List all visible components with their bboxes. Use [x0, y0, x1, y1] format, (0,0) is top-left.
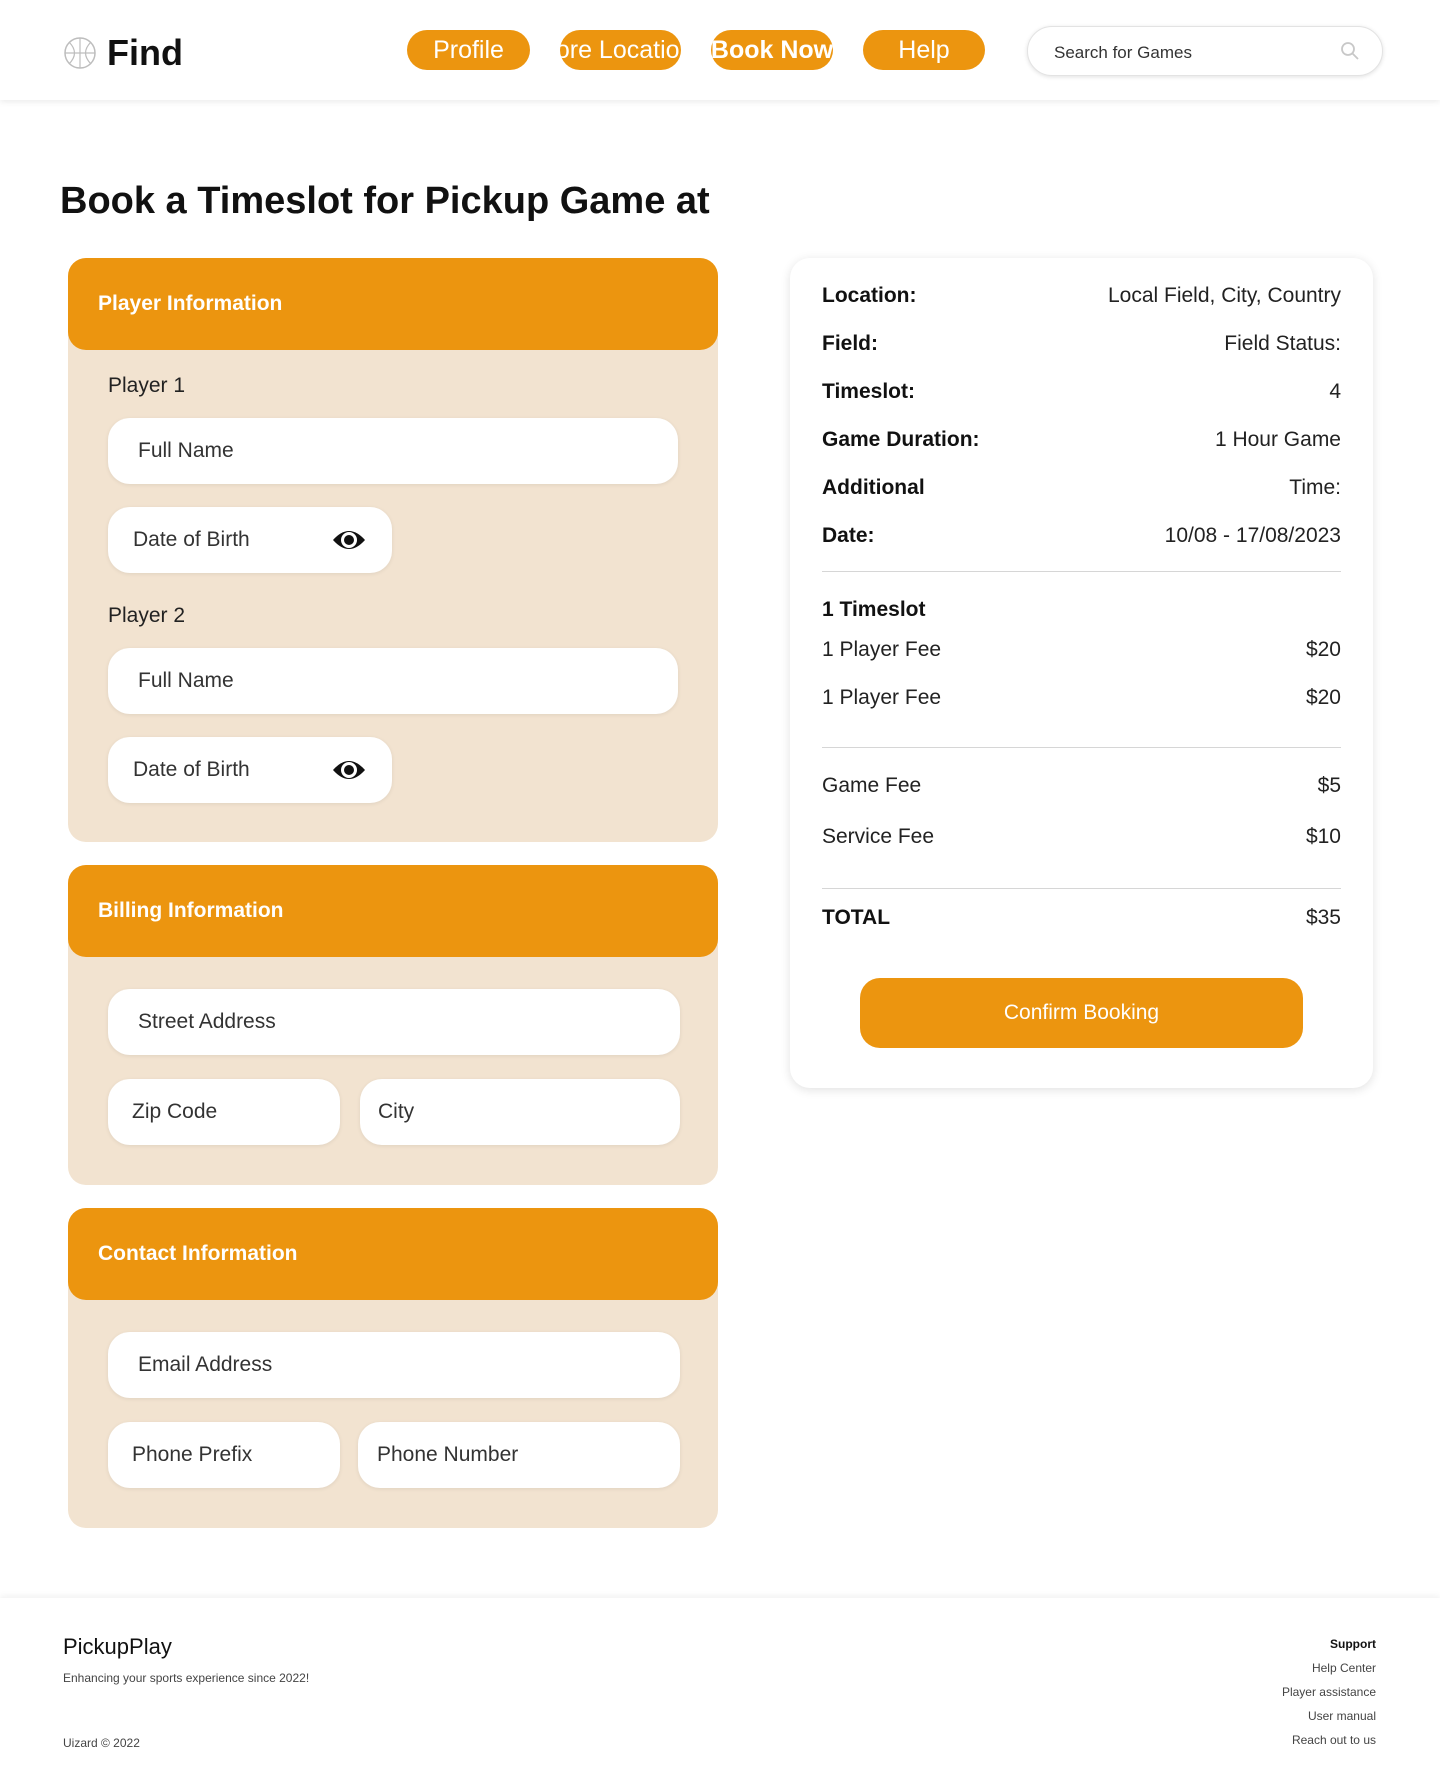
- field-placeholder: Full Name: [138, 439, 234, 462]
- player-information-panel: Player Information Player 1 Full Name Da…: [68, 258, 718, 842]
- field-value: Field Status:: [1224, 332, 1341, 355]
- field-placeholder: Zip Code: [132, 1100, 218, 1123]
- search-placeholder: Search for Games: [1054, 43, 1192, 62]
- field-placeholder: Street Address: [138, 1010, 276, 1033]
- basketball-icon: [64, 37, 96, 69]
- phone-prefix-field[interactable]: Phone Prefix: [108, 1422, 340, 1488]
- player-fee-value: $20: [1305, 638, 1341, 661]
- phone-number-field[interactable]: Phone Number: [358, 1422, 680, 1488]
- page-title: Book a Timeslot for Pickup Game at: [60, 180, 710, 222]
- eye-icon[interactable]: [332, 524, 366, 556]
- nav-more-locations-button[interactable]: More Locations: [560, 30, 681, 70]
- booking-summary-card: Location: Local Field, City, Country Fie…: [790, 258, 1373, 1088]
- player-1-label: Player 1: [108, 374, 186, 397]
- date-label: Date:: [822, 524, 875, 547]
- player-2-full-name-field[interactable]: Full Name: [108, 648, 678, 714]
- summary-timeslot-count-row: 1 Timeslot: [822, 598, 1341, 622]
- nav-help-button[interactable]: Help: [863, 30, 985, 70]
- summary-duration-row: Game Duration: 1 Hour Game: [822, 428, 1341, 452]
- footer-link-reach-out[interactable]: Reach out to us: [1282, 1728, 1376, 1752]
- location-label: Location:: [822, 284, 917, 307]
- game-fee-value: $5: [1317, 774, 1341, 797]
- service-fee-label: Service Fee: [822, 825, 935, 848]
- field-label: Field:: [822, 332, 878, 355]
- nav-book-now-button[interactable]: Book Now: [711, 30, 833, 70]
- contact-information-panel: Contact Information Email Address Phone …: [68, 1208, 718, 1528]
- panel-header: Billing Information: [68, 865, 718, 957]
- eye-icon[interactable]: [332, 754, 366, 786]
- panel-header: Player Information: [68, 258, 718, 350]
- field-placeholder: Full Name: [138, 669, 234, 692]
- summary-date-row: Date: 10/08 - 17/08/2023: [822, 524, 1341, 548]
- date-value: 10/08 - 17/08/2023: [1164, 524, 1341, 547]
- zip-code-field[interactable]: Zip Code: [108, 1079, 340, 1145]
- footer: PickupPlay Enhancing your sports experie…: [0, 1598, 1440, 1776]
- confirm-booking-button[interactable]: Confirm Booking: [860, 978, 1303, 1048]
- duration-value: 1 Hour Game: [1214, 428, 1341, 451]
- summary-timeslot-row: Timeslot: 4: [822, 380, 1341, 404]
- nav-book-now-label: Book Now: [711, 35, 833, 64]
- footer-link-player-assistance[interactable]: Player assistance: [1282, 1680, 1376, 1704]
- search-input[interactable]: Search for Games: [1027, 26, 1383, 76]
- player-1-full-name-field[interactable]: Full Name: [108, 418, 678, 484]
- player-fee-label: 1 Player Fee: [822, 638, 942, 661]
- footer-link-user-manual[interactable]: User manual: [1282, 1704, 1376, 1728]
- divider: [822, 571, 1341, 572]
- game-fee-label: Game Fee: [822, 774, 922, 797]
- divider: [822, 888, 1341, 889]
- total-row: TOTAL $35: [822, 906, 1341, 930]
- panel-heading: Billing Information: [98, 899, 284, 922]
- timeslot-label: Timeslot:: [822, 380, 915, 403]
- field-placeholder: Email Address: [138, 1353, 273, 1376]
- player-2-dob-field[interactable]: Date of Birth: [108, 737, 392, 803]
- footer-copyright: Uizard © 2022: [63, 1736, 140, 1750]
- total-label: TOTAL: [822, 906, 891, 929]
- brand-name: Find: [107, 32, 183, 73]
- footer-brand: PickupPlay: [63, 1634, 172, 1659]
- footer-tagline: Enhancing your sports experience since 2…: [63, 1671, 310, 1685]
- top-navbar: Find Profile More Locations Book Now Hel…: [0, 0, 1440, 100]
- city-field[interactable]: City: [360, 1079, 680, 1145]
- timeslot-count: 1 Timeslot: [822, 598, 926, 621]
- brand-logo[interactable]: Find: [63, 32, 183, 74]
- nav-profile-button[interactable]: Profile: [407, 30, 530, 70]
- nav-help-label: Help: [898, 35, 950, 64]
- player-fee-value: $20: [1305, 686, 1341, 709]
- field-placeholder: Date of Birth: [133, 528, 250, 551]
- footer-support-links: Support Help Center Player assistance Us…: [1282, 1632, 1376, 1752]
- additional-value: Time:: [1289, 476, 1341, 499]
- panel-heading: Player Information: [98, 292, 283, 315]
- field-placeholder: Phone Prefix: [132, 1443, 253, 1466]
- additional-label: Additional: [822, 476, 925, 499]
- game-fee-row: Game Fee $5: [822, 774, 1341, 798]
- nav-profile-label: Profile: [433, 35, 504, 64]
- summary-location-row: Location: Local Field, City, Country: [822, 284, 1341, 308]
- panel-header: Contact Information: [68, 1208, 718, 1300]
- duration-label: Game Duration:: [822, 428, 980, 451]
- player-fee-row: 1 Player Fee $20: [822, 686, 1341, 710]
- field-placeholder: Date of Birth: [133, 758, 250, 781]
- player-2-label: Player 2: [108, 604, 186, 627]
- total-value: $35: [1305, 906, 1341, 929]
- player-1-dob-field[interactable]: Date of Birth: [108, 507, 392, 573]
- player-fee-label: 1 Player Fee: [822, 686, 942, 709]
- footer-link-help-center[interactable]: Help Center: [1282, 1656, 1376, 1680]
- support-heading: Support: [1330, 1637, 1376, 1651]
- field-placeholder: Phone Number: [377, 1443, 519, 1466]
- location-value: Local Field, City, Country: [1107, 284, 1341, 307]
- billing-information-panel: Billing Information Street Address Zip C…: [68, 865, 718, 1185]
- nav-more-locations-label: More Locations: [560, 35, 681, 64]
- email-address-field[interactable]: Email Address: [108, 1332, 680, 1398]
- service-fee-value: $10: [1305, 825, 1341, 848]
- search-icon[interactable]: [1340, 41, 1360, 61]
- timeslot-value: 4: [1329, 380, 1341, 403]
- street-address-field[interactable]: Street Address: [108, 989, 680, 1055]
- summary-field-row: Field: Field Status:: [822, 332, 1341, 356]
- service-fee-row: Service Fee $10: [822, 825, 1341, 849]
- divider: [822, 747, 1341, 748]
- player-fee-row: 1 Player Fee $20: [822, 638, 1341, 662]
- panel-heading: Contact Information: [98, 1242, 298, 1265]
- summary-additional-row: Additional Time:: [822, 476, 1341, 500]
- field-placeholder: City: [378, 1100, 415, 1123]
